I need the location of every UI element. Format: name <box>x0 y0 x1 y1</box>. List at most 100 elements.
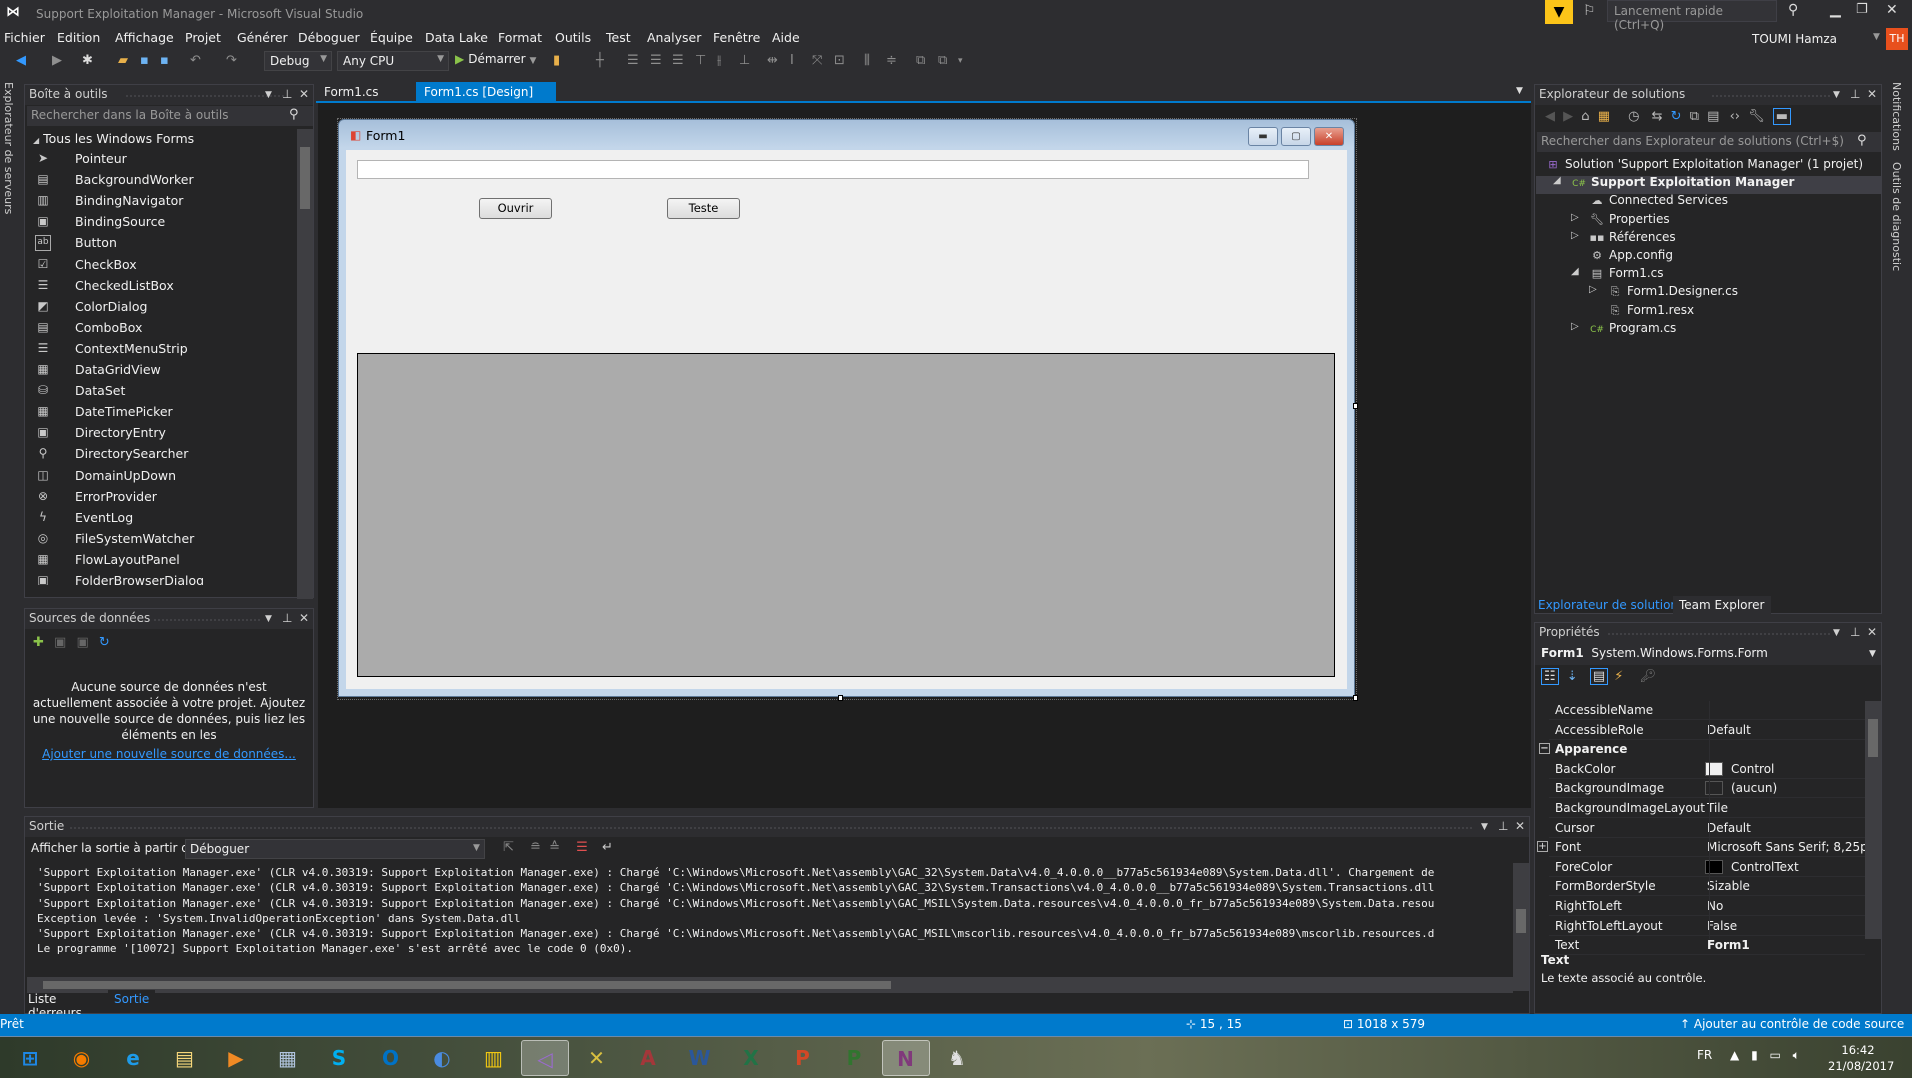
configure-dataset-icon[interactable]: ▣ <box>76 635 88 650</box>
menu-equipe[interactable]: Équipe <box>370 30 413 45</box>
language-indicator[interactable]: FR <box>1697 1048 1712 1062</box>
menu-edition[interactable]: Edition <box>57 30 100 45</box>
properties-view-icon[interactable]: ▤ <box>1589 668 1609 685</box>
expanded-arrow-icon[interactable]: ◢ <box>1553 175 1561 186</box>
chevron-down-icon[interactable]: ▼ <box>473 843 480 853</box>
toolbox-item[interactable]: ▦ FlowLayoutPanel <box>35 550 295 571</box>
diagnostic-tools-tab[interactable]: Outils de diagnostic <box>1890 162 1903 271</box>
expand-icon[interactable]: + <box>1537 841 1548 853</box>
size-to-grid-icon[interactable]: ⊡ <box>834 53 845 68</box>
property-row[interactable]: BackgroundImageLayout Tile <box>1549 799 1865 818</box>
horizontal-spacing-icon[interactable]: ⫼ <box>864 53 870 68</box>
feedback-icon[interactable]: ⚐ <box>1583 3 1596 19</box>
align-lefts-icon[interactable]: ☰ <box>627 53 639 68</box>
solution-tree-item[interactable]: ◢ ▤ Form1.cs <box>1571 266 1664 284</box>
pin-icon[interactable]: ⊥ <box>1850 625 1860 639</box>
chevron-down-icon[interactable]: ▼ <box>1873 32 1880 42</box>
configuration-select[interactable]: Debug ▼ <box>264 51 332 71</box>
new-project-icon[interactable]: ✱ <box>82 53 93 68</box>
panel-menu-icon[interactable]: ▼ <box>265 614 272 624</box>
solution-tree-item[interactable]: ☁ Connected Services <box>1589 193 1729 211</box>
menu-fichier[interactable]: Fichier <box>4 30 45 45</box>
collapsed-arrow-icon[interactable]: ▷ <box>1571 321 1579 332</box>
undo-icon[interactable]: ↶ <box>190 53 201 68</box>
property-value[interactable]: Microsoft Sans Serif; 8,25pt <box>1707 840 1872 854</box>
toolbox-item[interactable]: ◩ ColorDialog <box>35 297 295 318</box>
ouvrir-button[interactable]: Ouvrir <box>479 198 552 219</box>
taskbar-access[interactable]: A <box>624 1040 672 1076</box>
toolbox-item[interactable]: ϟ EventLog <box>35 508 295 529</box>
panel-menu-icon[interactable]: ▼ <box>1833 628 1840 638</box>
toolbox-item[interactable]: ▣ BindingSource <box>35 212 295 233</box>
property-row[interactable]: RightToLeft No <box>1549 897 1865 916</box>
taskbar-word[interactable]: W <box>676 1040 724 1076</box>
property-value[interactable]: (aucun) <box>1731 781 1777 795</box>
clear-all-icon[interactable]: ☰ <box>576 840 588 855</box>
save-icon[interactable]: ▪ <box>140 53 149 68</box>
forward-icon[interactable]: ▶ <box>52 53 62 68</box>
next-message-icon[interactable]: ≙ <box>549 840 560 855</box>
tab-output[interactable]: Sortie <box>108 990 156 1010</box>
restore-button[interactable]: ❐ <box>1856 2 1868 17</box>
back-icon[interactable]: ◀ <box>16 53 26 68</box>
output-horizontal-scrollbar-thumb[interactable] <box>43 981 891 989</box>
add-datasource-link[interactable]: Ajouter une nouvelle source de données..… <box>31 747 307 761</box>
preview-selected-icon[interactable]: ▬ <box>1772 108 1792 125</box>
back-icon[interactable]: ◀ <box>1545 109 1555 124</box>
close-icon[interactable]: ✕ <box>1515 819 1525 833</box>
categorized-icon[interactable]: ☷ <box>1541 668 1559 685</box>
output-text[interactable]: 'Support Exploitation Manager.exe' (CLR … <box>37 865 1517 957</box>
taskbar-outlook[interactable]: O <box>367 1040 415 1076</box>
property-value[interactable]: Default <box>1707 723 1751 737</box>
close-button[interactable]: ✕ <box>1886 2 1898 18</box>
form-textbox[interactable] <box>357 160 1309 179</box>
show-all-files-icon[interactable]: ▤ <box>1707 109 1719 124</box>
properties-scrollbar-thumb[interactable] <box>1868 719 1878 757</box>
sync-icon[interactable]: ⇆ <box>1652 109 1663 124</box>
property-row[interactable]: BackColor Control <box>1549 760 1865 779</box>
solution-tree-item[interactable]: ▷ ▪▪ Références <box>1571 230 1676 248</box>
form-panel[interactable] <box>357 353 1335 677</box>
vertical-spacing-icon[interactable]: ≑ <box>886 53 897 68</box>
property-row[interactable]: ForeColor ControlText <box>1549 858 1865 877</box>
events-lightning-icon[interactable]: ⚡ <box>1614 669 1623 684</box>
property-row[interactable]: Cursor Default <box>1549 819 1865 838</box>
menu-affichage[interactable]: Affichage <box>115 30 174 45</box>
property-value[interactable]: Form1 <box>1707 938 1750 952</box>
toolbox-scrollbar-thumb[interactable] <box>300 147 310 209</box>
toolbox-item[interactable]: ⛁ DataSet <box>35 381 295 402</box>
object-selector[interactable]: Form1 System.Windows.Forms.Form <box>1535 643 1881 665</box>
pin-icon[interactable]: ⊥ <box>282 611 292 625</box>
redo-icon[interactable]: ↷ <box>226 53 237 68</box>
taskbar-visual-studio[interactable]: ◁ <box>521 1040 569 1076</box>
platform-select[interactable]: Any CPU ▼ <box>337 51 449 71</box>
solution-tree-item[interactable]: ▷ 🔧︎ Properties <box>1571 212 1670 230</box>
collapse-icon[interactable]: − <box>1539 743 1550 755</box>
pin-icon[interactable]: ⊥ <box>1850 87 1860 101</box>
menu-generer[interactable]: Générer <box>237 30 288 45</box>
refresh-icon[interactable]: ↻ <box>1671 109 1682 124</box>
toolbox-item[interactable]: ☰ ContextMenuStrip <box>35 339 295 360</box>
menu-analyser[interactable]: Analyser <box>647 30 701 45</box>
solution-tree-item[interactable]: ◢ C# Support Exploitation Manager <box>1553 175 1794 193</box>
view-code-icon[interactable]: ‹› <box>1730 109 1740 124</box>
tab-form1-design[interactable]: Form1.cs [Design] ⊣ ✕ <box>416 82 556 113</box>
toolbox-item[interactable]: ⊗ ErrorProvider <box>35 487 295 508</box>
make-same-height-icon[interactable]: Ⅰ <box>790 53 794 68</box>
taskbar-internet-explorer[interactable]: e <box>109 1040 157 1076</box>
avatar[interactable]: TH <box>1886 28 1908 50</box>
property-category[interactable]: − Apparence <box>1539 740 1865 759</box>
server-explorer-tab[interactable]: Explorateur de serveurs <box>2 82 15 214</box>
output-source-select[interactable]: Déboguer <box>185 839 485 859</box>
menu-aide[interactable]: Aide <box>772 30 800 45</box>
property-value[interactable]: Sizable <box>1707 879 1750 893</box>
document-list-dropdown-icon[interactable]: ▼ <box>1516 86 1523 96</box>
collapse-all-icon[interactable]: ⧉ <box>1690 109 1699 124</box>
close-icon[interactable]: ✕ <box>1867 87 1877 101</box>
close-icon[interactable]: ✕ <box>1867 625 1877 639</box>
find-message-icon[interactable]: ⇱ <box>503 840 514 855</box>
alphabetical-icon[interactable]: ⇣ <box>1567 669 1578 684</box>
toolbox-item[interactable]: ⚲ DirectorySearcher <box>35 444 295 465</box>
edit-dataset-icon[interactable]: ▣ <box>54 635 66 650</box>
resize-handle-bottom[interactable] <box>838 695 843 701</box>
